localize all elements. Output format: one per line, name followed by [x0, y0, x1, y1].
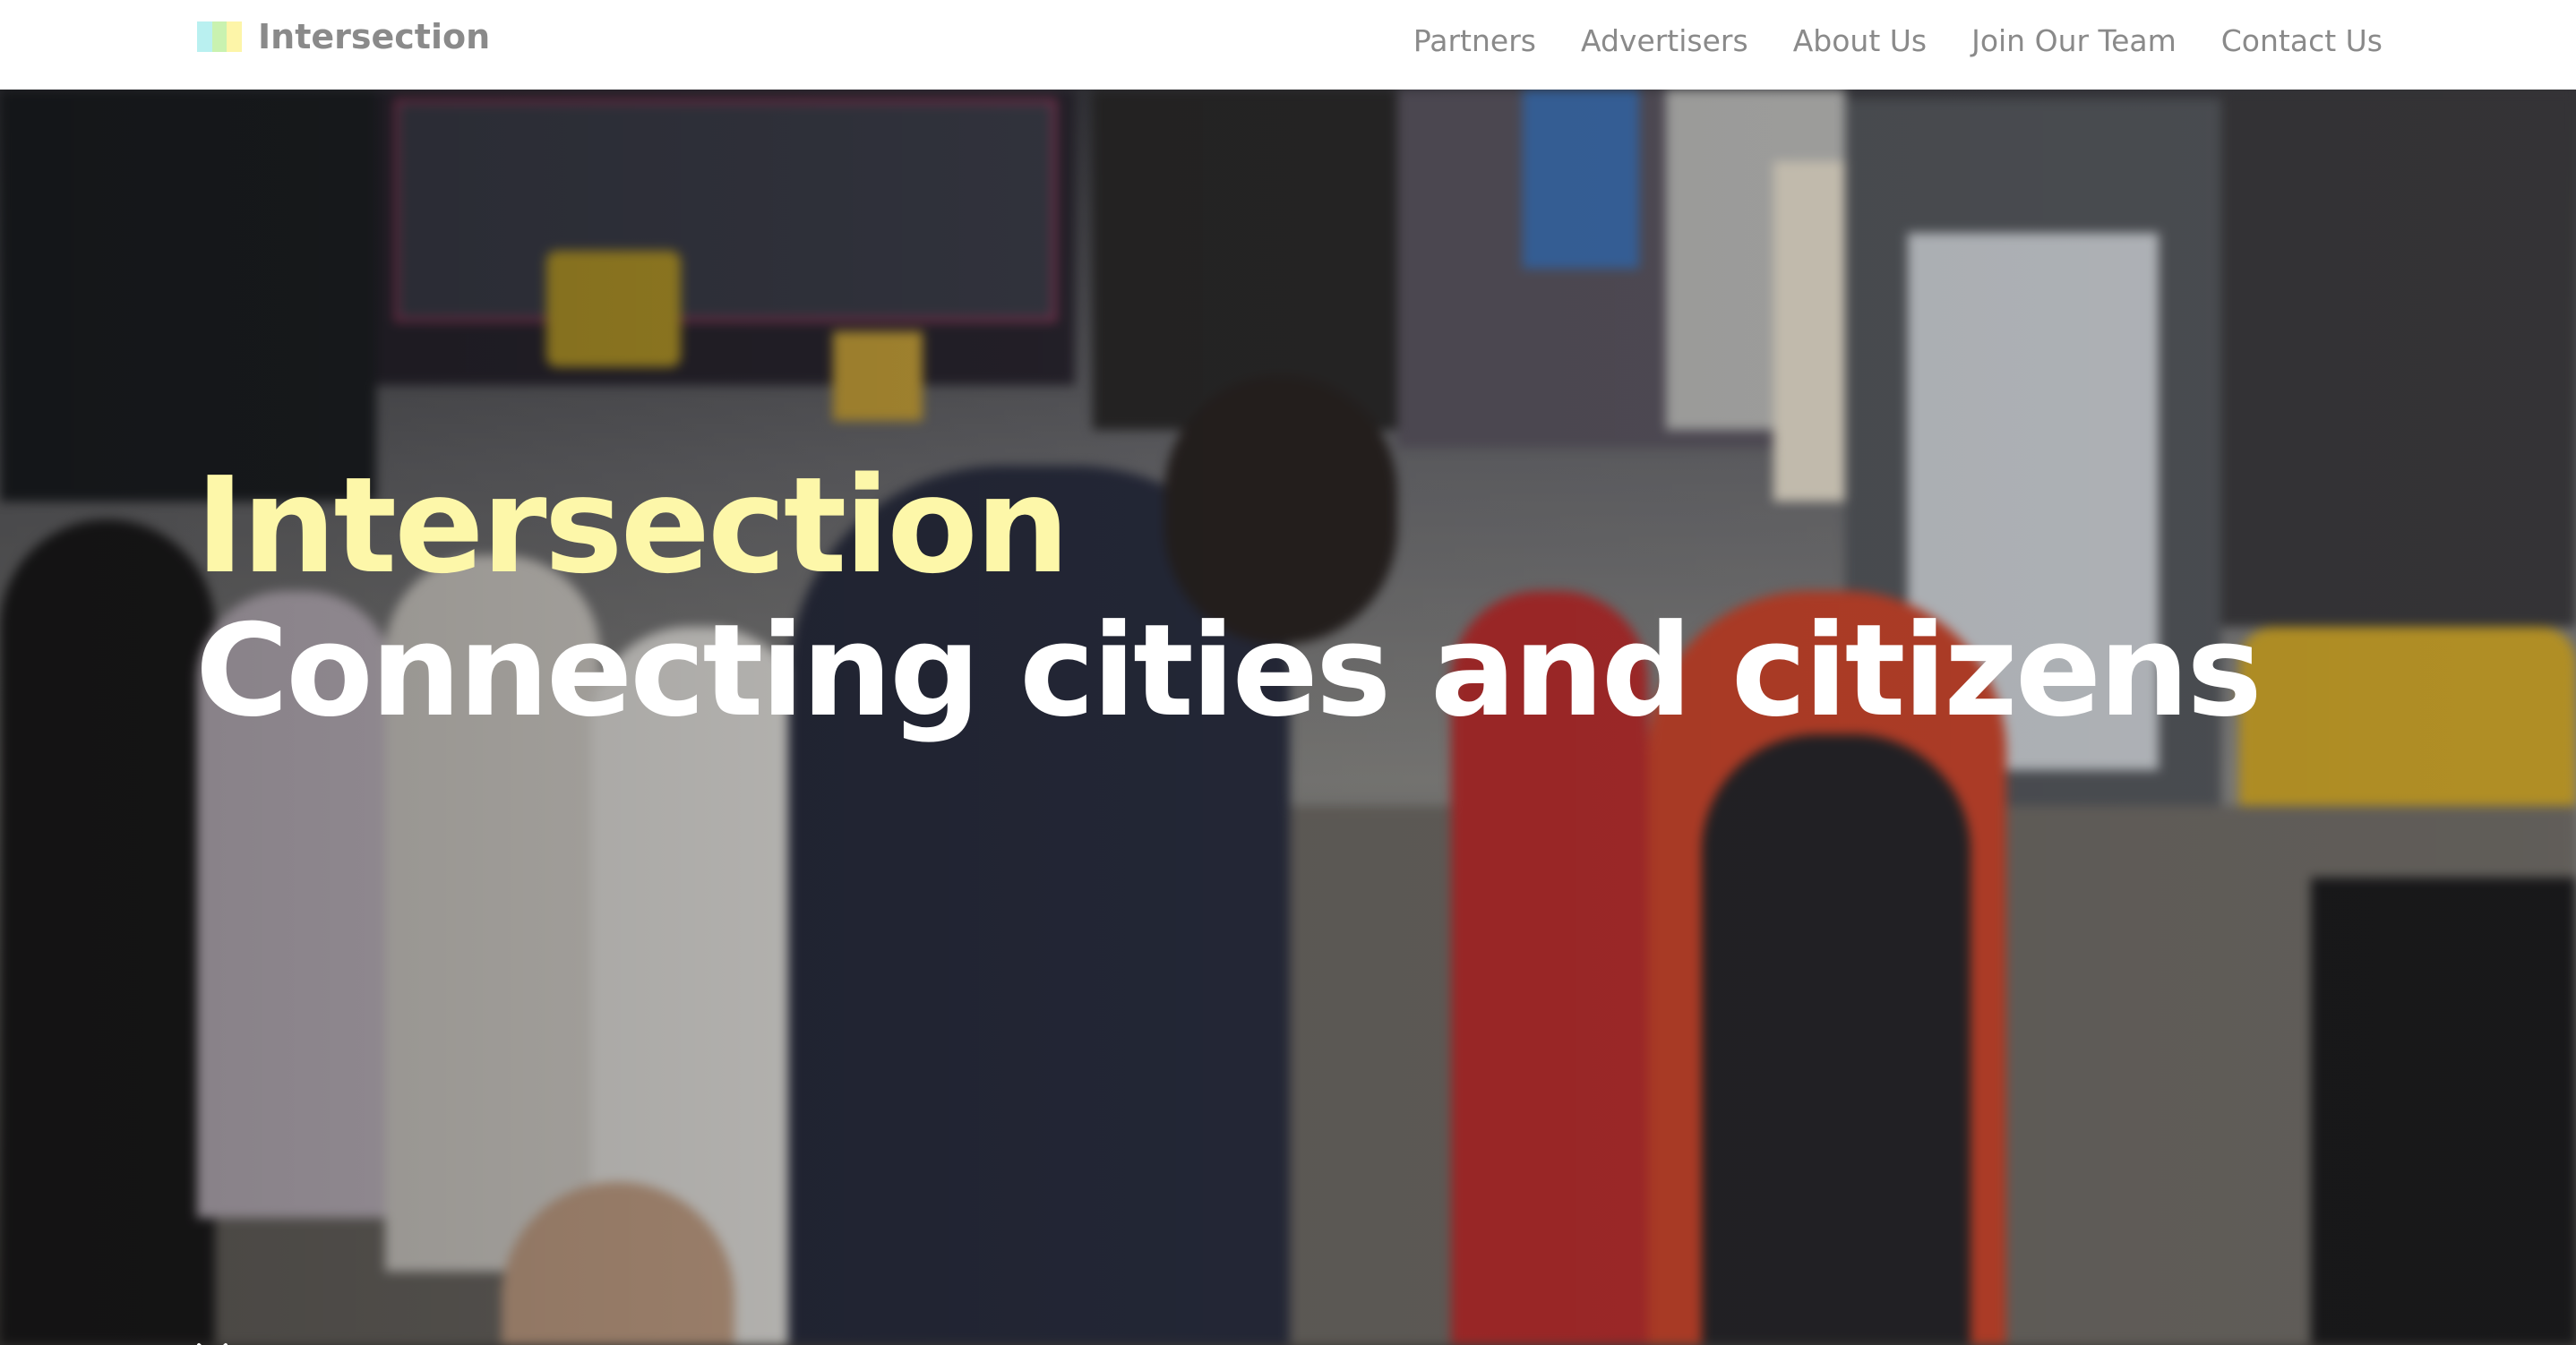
hero-heading: Intersection Connecting cities and citiz… — [195, 449, 2263, 745]
nav-link-contact-us[interactable]: Contact Us — [2221, 23, 2383, 58]
hero-section: Intersection Connecting cities and citiz… — [0, 90, 2576, 1345]
logo-link[interactable]: Intersection — [197, 14, 490, 59]
nav-link-partners[interactable]: Partners — [1413, 23, 1536, 58]
nav-link-join-our-team[interactable]: Join Our Team — [1971, 23, 2177, 58]
main-nav: Partners Advertisers About Us Join Our T… — [1413, 18, 2383, 63]
logo-icon — [197, 21, 243, 52]
chevron-down-icon — [197, 1343, 228, 1345]
site-header: Intersection Partners Advertisers About … — [0, 0, 2576, 90]
nav-link-advertisers[interactable]: Advertisers — [1581, 23, 1748, 58]
hero-subtitle: Connecting cities and citizens — [195, 597, 2263, 745]
nav-link-about-us[interactable]: About Us — [1793, 23, 1927, 58]
logo-text: Intersection — [258, 17, 491, 56]
scroll-down-button[interactable] — [192, 1331, 233, 1345]
page: Intersection Partners Advertisers About … — [0, 0, 2576, 1345]
hero-title: Intersection — [195, 449, 1069, 603]
